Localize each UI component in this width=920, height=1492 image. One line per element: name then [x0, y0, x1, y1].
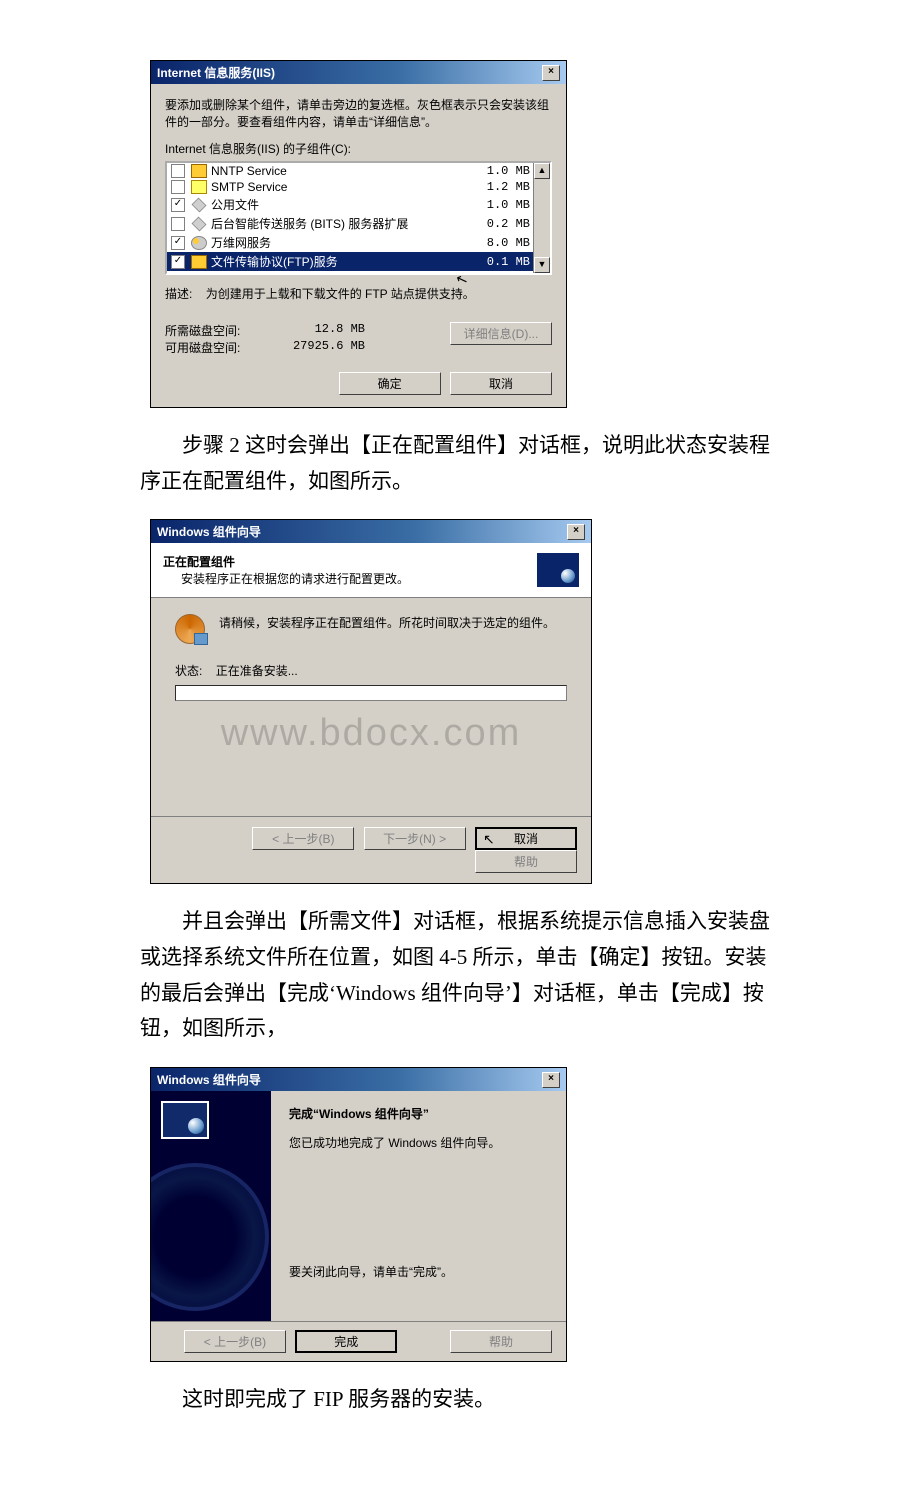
close-icon[interactable]: ×: [567, 524, 585, 540]
wizard-titlebar: Windows 组件向导 ×: [151, 520, 591, 543]
next-button: 下一步(N) >: [364, 827, 466, 850]
cancel-button-label: 取消: [514, 832, 538, 846]
wizard-dialog: Windows 组件向导 × 正在配置组件 安装程序正在根据您的请求进行配置更改…: [150, 519, 592, 884]
checkbox[interactable]: [171, 217, 185, 231]
space-avail-value: 27925.6 MB: [265, 339, 365, 356]
finish-text1: 您已成功地完成了 Windows 组件向导。: [289, 1134, 548, 1151]
item-name: 公用文件: [211, 196, 470, 213]
item-size: 0.2 MB: [470, 217, 530, 231]
scrollbar[interactable]: ▲ ▼: [533, 163, 550, 273]
checkbox[interactable]: [171, 198, 185, 212]
iis-sublabel: Internet 信息服务(IIS) 的子组件(C):: [165, 140, 552, 157]
list-item[interactable]: 万维网服务8.0 MB: [167, 233, 550, 252]
help-button: 帮助: [450, 1330, 552, 1353]
diamond-icon: [192, 216, 207, 231]
item-size: 8.0 MB: [470, 236, 530, 250]
status-label: 状态:: [175, 664, 202, 678]
wizard-header-sub: 安装程序正在根据您的请求进行配置更改。: [181, 570, 409, 587]
list-item[interactable]: NNTP Service1.0 MB: [167, 163, 550, 179]
details-button: 详细信息(D)...: [450, 322, 552, 345]
cancel-button[interactable]: 取消 ↖: [475, 827, 577, 850]
item-name: SMTP Service: [211, 180, 470, 194]
diamond-icon: [192, 197, 207, 212]
paragraph-files: 并且会弹出【所需文件】对话框，根据系统提示信息插入安装盘或选择系统文件所在位置，…: [140, 904, 780, 1047]
item-size: 1.0 MB: [470, 164, 530, 178]
item-name: NNTP Service: [211, 164, 470, 178]
folder-icon: [191, 164, 207, 178]
checkbox[interactable]: [171, 180, 185, 194]
watermark-text: www.bdocx.com: [151, 712, 591, 755]
checkbox[interactable]: [171, 164, 185, 178]
status-value: 正在准备安装...: [216, 664, 298, 678]
item-size: 1.2 MB: [470, 180, 530, 194]
scroll-up-icon[interactable]: ▲: [534, 163, 550, 179]
iis-title: Internet 信息服务(IIS): [157, 64, 275, 81]
help-button: 帮助: [475, 850, 577, 873]
item-name: 后台智能传送服务 (BITS) 服务器扩展: [211, 215, 470, 232]
wizard-brand-icon: [161, 1101, 209, 1139]
space-avail-label: 可用磁盘空间:: [165, 339, 265, 356]
back-button: < 上一步(B): [252, 827, 354, 850]
item-name: 文件传输协议(FTP)服务: [211, 253, 470, 270]
env-icon: [191, 180, 207, 194]
list-item[interactable]: 文件传输协议(FTP)服务0.1 MB: [167, 252, 550, 271]
back-button: < 上一步(B): [184, 1330, 286, 1353]
wizard-header-title: 正在配置组件: [163, 553, 409, 570]
finish-title: Windows 组件向导: [157, 1071, 261, 1088]
globe-icon: [191, 236, 207, 250]
iis-dialog: Internet 信息服务(IIS) × 要添加或删除某个组件，请单击旁边的复选…: [150, 60, 567, 408]
finish-side-graphic: [151, 1091, 271, 1321]
paragraph-done: 这时即完成了 FIP 服务器的安装。: [140, 1382, 780, 1418]
list-item[interactable]: 后台智能传送服务 (BITS) 服务器扩展0.2 MB: [167, 214, 550, 233]
setup-disc-icon: [175, 614, 205, 644]
iis-hint: 要添加或删除某个组件，请单击旁边的复选框。灰色框表示只会安装该组件的一部分。要查…: [165, 96, 552, 130]
finish-text2: 要关闭此向导，请单击“完成”。: [289, 1263, 548, 1280]
list-item[interactable]: SMTP Service1.2 MB: [167, 179, 550, 195]
item-name: 万维网服务: [211, 234, 470, 251]
disc-icon: [151, 1163, 269, 1311]
finish-titlebar: Windows 组件向导 ×: [151, 1068, 566, 1091]
iis-titlebar: Internet 信息服务(IIS) ×: [151, 61, 566, 84]
paragraph-step2: 步骤 2 这时会弹出【正在配置组件】对话框，说明此状态安装程序正在配置组件，如图…: [140, 428, 780, 499]
item-size: 0.1 MB: [470, 255, 530, 269]
item-size: 1.0 MB: [470, 198, 530, 212]
desc-label: 描述:: [165, 287, 192, 301]
space-needed-value: 12.8 MB: [265, 322, 365, 339]
close-icon[interactable]: ×: [542, 65, 560, 81]
cancel-button[interactable]: 取消: [450, 372, 552, 395]
progress-bar: [175, 685, 567, 701]
list-item[interactable]: 公用文件1.0 MB: [167, 195, 550, 214]
iis-component-list[interactable]: NNTP Service1.0 MBSMTP Service1.2 MB公用文件…: [165, 161, 552, 275]
finish-heading: 完成“Windows 组件向导”: [289, 1105, 548, 1122]
checkbox[interactable]: [171, 255, 185, 269]
checkbox[interactable]: [171, 236, 185, 250]
finish-dialog: Windows 组件向导 × 完成“Windows 组件向导” 您已成功地完成了…: [150, 1067, 567, 1362]
space-needed-label: 所需磁盘空间:: [165, 322, 265, 339]
desc-text: 为创建用于上载和下载文件的 FTP 站点提供支持。: [206, 287, 475, 301]
close-icon[interactable]: ×: [542, 1072, 560, 1088]
cursor-icon: ↖: [483, 831, 495, 848]
wizard-title: Windows 组件向导: [157, 523, 261, 540]
wizard-icon: [537, 553, 579, 587]
yfolder-icon: [191, 255, 207, 269]
wizard-wait-text: 请稍候，安装程序正在配置组件。所花时间取决于选定的组件。: [219, 614, 555, 631]
scroll-down-icon[interactable]: ▼: [534, 257, 550, 273]
ok-button[interactable]: 确定: [339, 372, 441, 395]
finish-button[interactable]: 完成: [295, 1330, 397, 1353]
